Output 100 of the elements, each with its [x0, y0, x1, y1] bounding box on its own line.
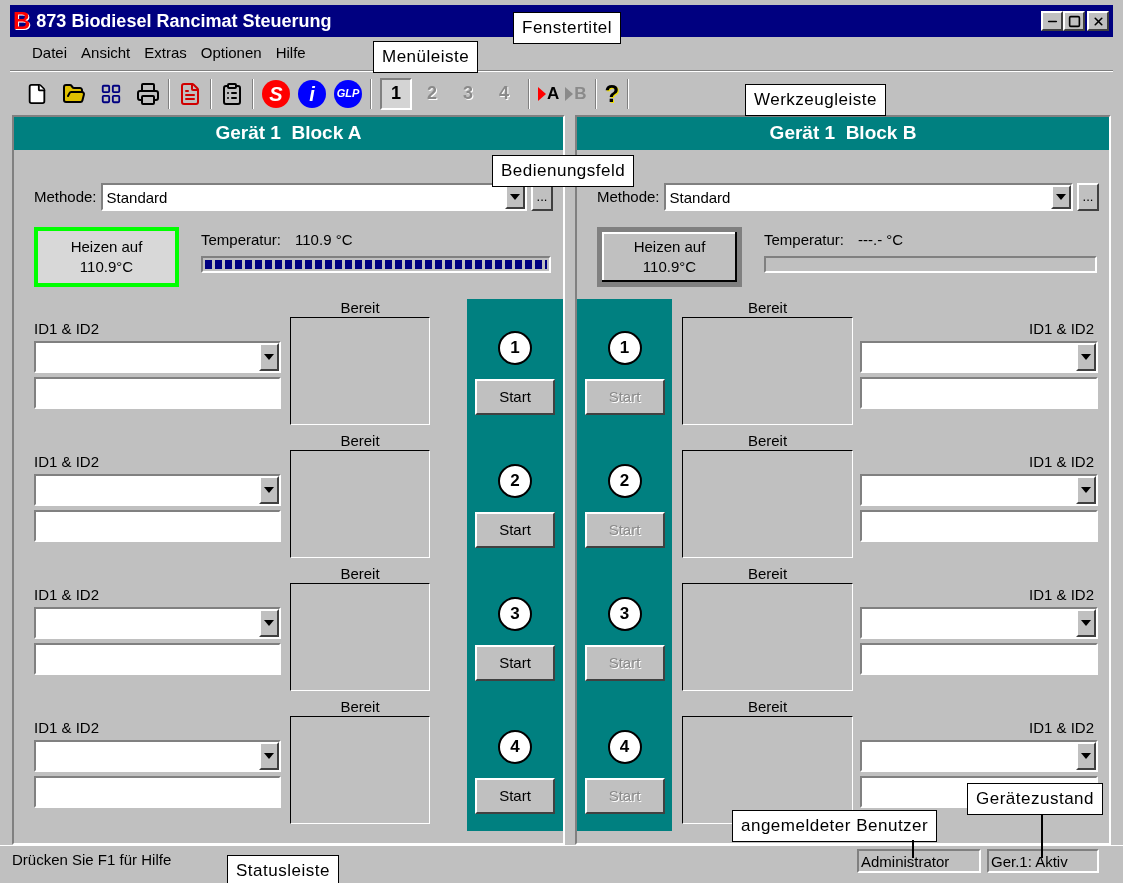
position-number: 2: [607, 464, 642, 498]
report-icon[interactable]: [178, 81, 202, 106]
id-input-field[interactable]: [860, 510, 1098, 542]
dropdown-caret-icon: [1081, 753, 1091, 759]
play-icon: [565, 86, 574, 101]
run-block-button[interactable]: A: [538, 80, 560, 107]
status-label: Bereit: [340, 432, 380, 449]
play-icon: [538, 86, 546, 101]
status-label: Bereit: [747, 432, 788, 449]
id-dropdown[interactable]: [860, 474, 1098, 506]
symbol-button[interactable]: GLP: [334, 79, 362, 108]
status-hint: Drücken Sie F1 für Hilfe: [12, 850, 172, 871]
menu-item[interactable]: Extras: [144, 42, 187, 65]
callout-tooltip: Menüleiste: [373, 41, 479, 73]
window-grid-icon[interactable]: [100, 82, 122, 105]
panel-header: Gerät 1 Block B: [577, 117, 1109, 150]
id-input-field[interactable]: [34, 510, 281, 542]
id-dropdown[interactable]: [34, 341, 281, 373]
menu-item[interactable]: Hilfe: [275, 42, 306, 65]
properties-icon[interactable]: [220, 81, 244, 106]
id-label: ID1 & ID2: [1028, 320, 1094, 339]
status-label: Bereit: [747, 299, 788, 316]
status-label: Bereit: [340, 565, 380, 582]
method-dropdown[interactable]: Standard: [663, 183, 1073, 211]
callout-tooltip: angemeldeter Benutzer: [732, 810, 938, 842]
id-label: ID1 & ID2: [34, 719, 101, 738]
start-button[interactable]: Start: [475, 512, 555, 548]
position-number: 4: [607, 730, 642, 764]
position-number: 3: [498, 597, 532, 631]
dropdown-caret-icon: [264, 620, 274, 626]
callout-tooltip: Werkzeugleiste: [745, 84, 886, 116]
dropdown-caret-icon: [264, 354, 274, 360]
id-dropdown[interactable]: [860, 740, 1098, 772]
callout-tooltip: Statusleiste: [227, 855, 339, 883]
symbol-button[interactable]: S: [262, 79, 290, 108]
id-input-field[interactable]: [860, 377, 1098, 409]
method-label: Methode:: [597, 186, 660, 207]
dropdown-caret-icon: [1081, 620, 1091, 626]
status-user: Administrator: [857, 848, 981, 873]
new-document-icon[interactable]: [26, 82, 48, 105]
help-button[interactable]: ?: [604, 75, 620, 112]
method-label: Methode:: [34, 186, 97, 207]
id-input-field[interactable]: [34, 643, 281, 675]
status-label: Bereit: [340, 299, 380, 316]
dropdown-caret-icon: [1081, 354, 1091, 360]
dropdown-caret-icon: [1056, 194, 1066, 200]
callout-tooltip: Gerätezustand: [967, 783, 1103, 815]
id-input-field[interactable]: [34, 776, 281, 808]
dropdown-caret-icon: [264, 487, 274, 493]
leader-line: [1041, 815, 1043, 858]
position-number: 1: [498, 331, 532, 365]
symbol-button[interactable]: i: [298, 79, 326, 108]
id-dropdown[interactable]: [860, 341, 1098, 373]
status-label: Bereit: [340, 698, 380, 715]
callout-tooltip: Bedienungsfeld: [492, 155, 635, 187]
position-number: 4: [498, 730, 532, 764]
device-tab[interactable]: 1: [380, 77, 412, 110]
status-label: Bereit: [747, 698, 788, 715]
window-title: 873 Biodiesel Rancimat Steuerung: [36, 9, 332, 33]
start-button[interactable]: Start: [475, 379, 555, 415]
menu-item[interactable]: Optionen: [200, 42, 262, 65]
method-browse-button[interactable]: ...: [1077, 183, 1099, 211]
start-button[interactable]: Start: [475, 778, 555, 814]
id-label: ID1 & ID2: [34, 453, 101, 472]
id-dropdown[interactable]: [34, 607, 281, 639]
id-label: ID1 & ID2: [1028, 719, 1094, 738]
start-button[interactable]: Start: [475, 645, 555, 681]
folder-icon[interactable]: [62, 81, 86, 106]
print-icon[interactable]: [136, 81, 160, 106]
id-label: ID1 & ID2: [1028, 453, 1094, 472]
callout-tooltip: Fenstertitel: [513, 12, 622, 44]
minimize-icon[interactable]: [1041, 11, 1063, 31]
menu-item[interactable]: Ansicht: [81, 42, 131, 65]
id-input-field[interactable]: [34, 377, 281, 409]
dropdown-caret-icon: [510, 194, 520, 200]
heat-button[interactable]: Heizen auf 110.9°C: [34, 227, 179, 287]
position-number: 3: [607, 597, 642, 631]
temperature-value: 110.9 °C: [295, 230, 353, 250]
id-dropdown[interactable]: [34, 474, 281, 506]
id-input-field[interactable]: [860, 643, 1098, 675]
method-dropdown[interactable]: Standard: [100, 183, 527, 211]
temperature-value: ---.- °C: [858, 230, 904, 250]
id-dropdown[interactable]: [34, 740, 281, 772]
temperature-label: Temperatur:: [764, 230, 845, 250]
close-icon[interactable]: [1087, 11, 1109, 31]
maximize-icon[interactable]: [1063, 11, 1085, 31]
id-label: ID1 & ID2: [34, 586, 101, 605]
dropdown-caret-icon: [1081, 487, 1091, 493]
dropdown-caret-icon: [264, 753, 274, 759]
temperature-label: Temperatur:: [201, 230, 282, 250]
heat-button[interactable]: Heizen auf 110.9°C: [597, 227, 742, 287]
id-dropdown[interactable]: [860, 607, 1098, 639]
id-label: ID1 & ID2: [1028, 586, 1094, 605]
id-label: ID1 & ID2: [34, 320, 101, 339]
menu-item[interactable]: Datei: [32, 42, 68, 65]
panel-header: Gerät 1 Block A: [14, 117, 563, 150]
status-device-state: Ger.1: Aktiv: [987, 848, 1099, 873]
position-number: 2: [498, 464, 532, 498]
status-label: Bereit: [747, 565, 788, 582]
leader-line: [912, 840, 914, 858]
